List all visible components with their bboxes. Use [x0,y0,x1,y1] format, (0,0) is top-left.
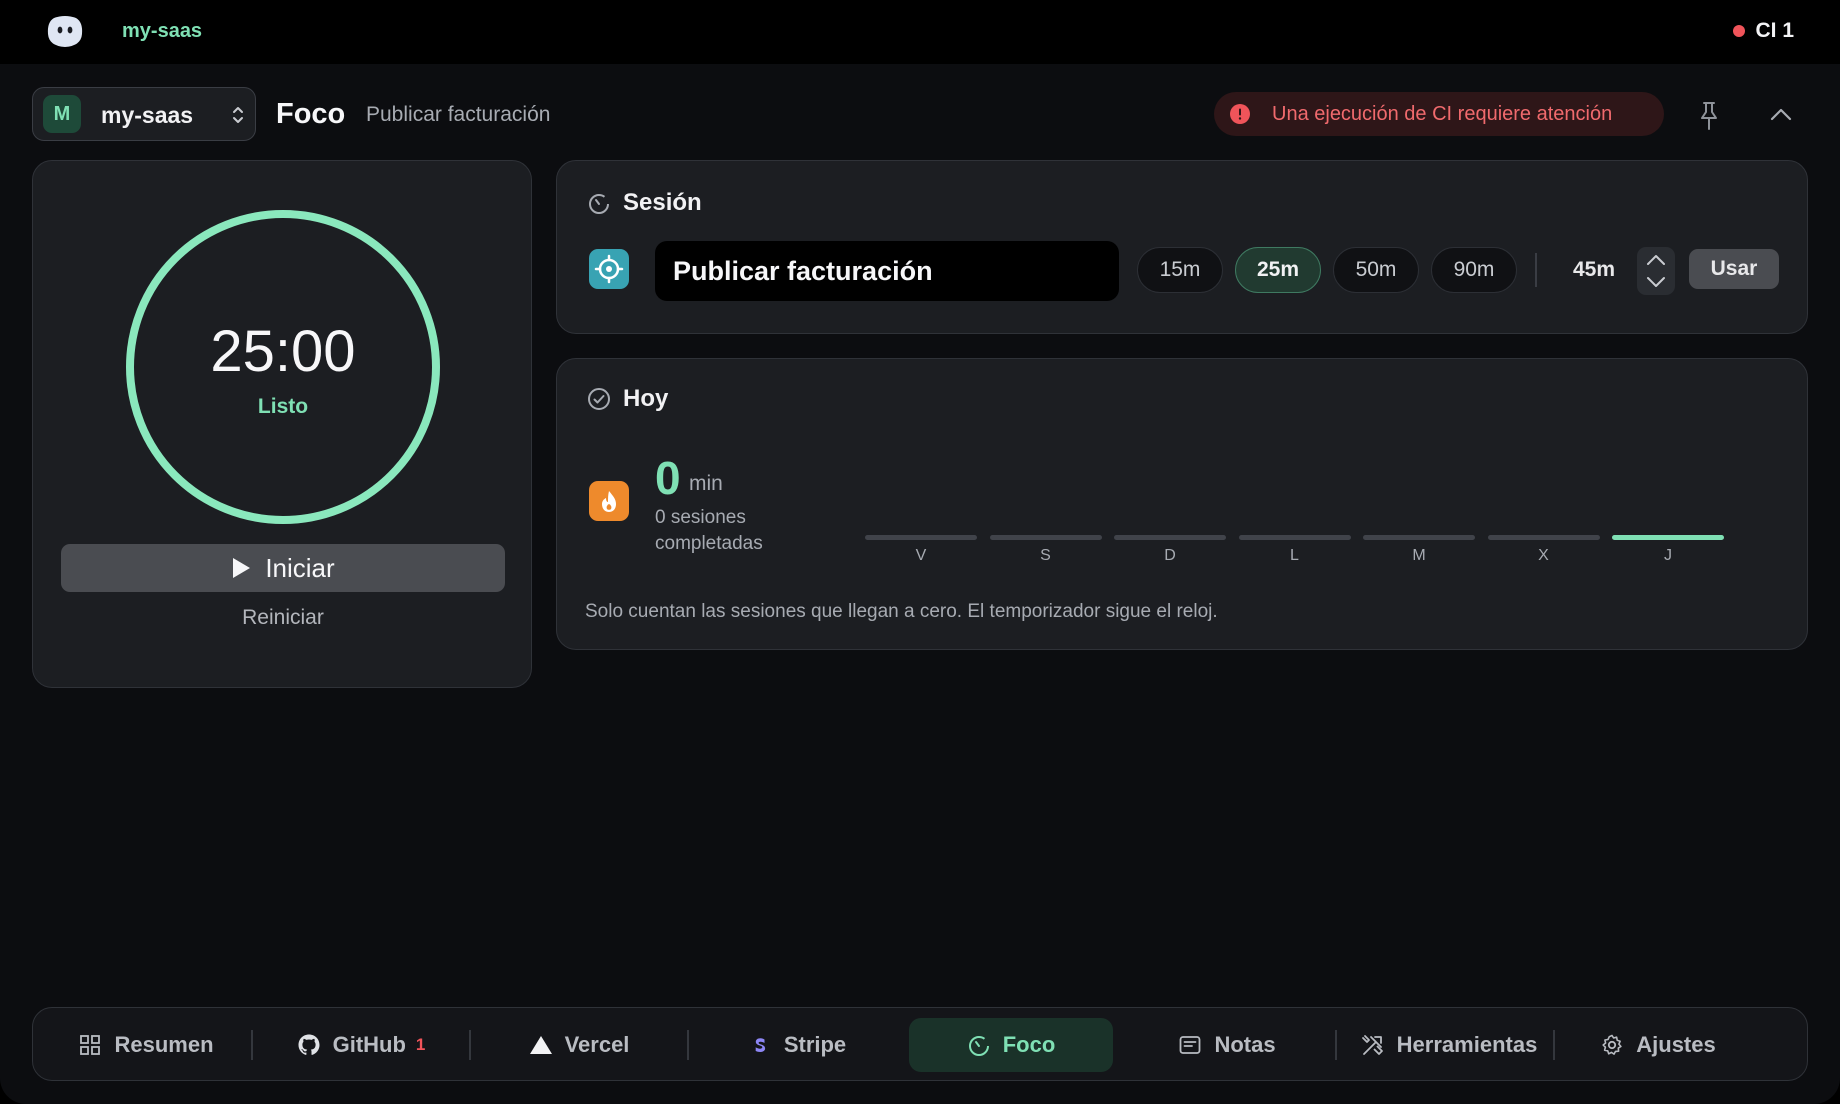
alert-icon [1230,104,1250,124]
day-label-v: V [915,547,927,564]
project-name: my-saas [101,102,194,128]
chevron-up-down-icon [233,107,243,123]
ci-status-label: CI 1 [1755,19,1794,42]
nav-divider [469,1030,471,1060]
today-header: Hoy [587,385,668,413]
stepper-up-icon [1647,255,1665,265]
nav-label: Resumen [114,1032,214,1057]
day-bar-d [1114,535,1226,540]
page-subtitle: Publicar facturación [366,103,551,126]
stepper-down-icon [1647,277,1665,287]
nav-resumen[interactable]: Resumen [51,1018,241,1072]
day-label-j: J [1664,547,1672,564]
divider [1535,253,1537,287]
day-label-l: L [1290,547,1299,564]
ci-status-dot [1733,25,1746,37]
today-note: Solo cuentan las sesiones que llegan a c… [585,601,1218,622]
nav-label: GitHub [332,1032,406,1057]
ci-alert-banner[interactable]: Una ejecución de CI requiere atención [1214,92,1664,136]
timer-icon [589,194,609,214]
nav-label: Vercel [564,1032,630,1057]
nav-label: Herramientas [1396,1032,1538,1057]
top-bar: my-saas CI 1 [0,0,1840,64]
nav-label: Notas [1214,1032,1276,1057]
session-card: Sesión 15m 25m 50m 90m 45m Usar [556,160,1808,334]
day-bar-m [1363,535,1475,540]
timer-card: 25:00 Listo Iniciar Reiniciar [32,160,532,688]
nav-notas[interactable]: Notas [1127,1018,1327,1072]
today-title: Hoy [623,385,669,412]
today-sessions: 0 sesiones completadas [655,507,763,554]
nav-github[interactable]: GitHub 1 [261,1018,461,1072]
day-bar-s [989,535,1102,540]
project-avatar: M [43,95,81,133]
bottom-nav: Resumen GitHub 1 Vercel Stripe Foco Nota… [32,1007,1808,1081]
preset-90m[interactable]: 90m [1431,247,1517,293]
project-selector[interactable]: M my-saas [32,87,256,141]
session-header: Sesión [587,189,702,217]
target-icon [589,249,629,289]
github-badge: 1 [415,1035,426,1054]
reset-button[interactable]: Reiniciar [33,606,533,630]
grid-icon [80,1035,101,1055]
day-label-x: X [1538,547,1549,564]
stripe-icon [755,1038,765,1052]
tools-icon [1361,1035,1383,1055]
day-bar-j [1612,535,1724,540]
day-label-s: S [1040,547,1051,564]
day-bar-x [1487,535,1600,540]
nav-label: Ajustes [1636,1032,1716,1057]
page-title: Foco [276,98,346,130]
nav-divider [687,1030,689,1060]
duration-stepper[interactable] [1637,247,1675,295]
notes-icon [1180,1036,1201,1054]
pin-icon[interactable] [1696,100,1722,132]
day-bar-l [1238,535,1351,540]
gear-icon [1602,1034,1622,1055]
timer-display: 25:00 [210,319,356,384]
nav-divider [1335,1030,1337,1060]
timer-status: Listo [257,395,309,418]
day-bar-v [865,535,977,540]
github-icon [298,1034,320,1055]
nav-label: Stripe [783,1032,847,1057]
app-name[interactable]: my-saas [122,20,202,43]
preset-15m[interactable]: 15m [1137,247,1223,293]
timer-icon [968,1036,989,1056]
chevron-up-icon[interactable] [1766,102,1796,128]
play-icon [233,558,251,578]
nav-foco[interactable]: Foco [909,1018,1113,1072]
ci-status-indicator[interactable]: CI 1 [1733,19,1794,43]
today-minutes: 0 [655,452,681,504]
day-label-m: M [1412,547,1426,564]
nav-divider [1553,1030,1555,1060]
preset-25m[interactable]: 25m [1235,247,1321,293]
triangle-icon [529,1036,552,1054]
nav-vercel[interactable]: Vercel [479,1018,679,1072]
nav-herramientas[interactable]: Herramientas [1345,1018,1553,1072]
nav-stripe[interactable]: Stripe [697,1018,897,1072]
alert-text: Una ejecución de CI requiere atención [1272,103,1613,125]
flame-icon [589,481,629,521]
custom-duration-value: 45m [1573,258,1616,281]
start-button-label: Iniciar [265,552,335,583]
today-minutes-unit: min [689,472,723,495]
start-button[interactable]: Iniciar [61,544,505,592]
today-card: Hoy 0 min 0 sesiones completadas V S D L M X J… [556,358,1808,650]
check-circle-icon [588,388,610,410]
app-window: my-saas CI 1 M my-saas Foco Publicar fac… [0,0,1840,1104]
preset-50m[interactable]: 50m [1333,247,1419,293]
use-button[interactable]: Usar [1689,249,1779,289]
nav-ajustes[interactable]: Ajustes [1563,1018,1753,1072]
session-title: Sesión [623,189,702,216]
day-label-d: D [1164,547,1176,564]
nav-label: Foco [1002,1032,1056,1057]
nav-divider [251,1030,253,1060]
app-logo-icon [47,16,83,47]
task-input[interactable] [655,241,1119,301]
